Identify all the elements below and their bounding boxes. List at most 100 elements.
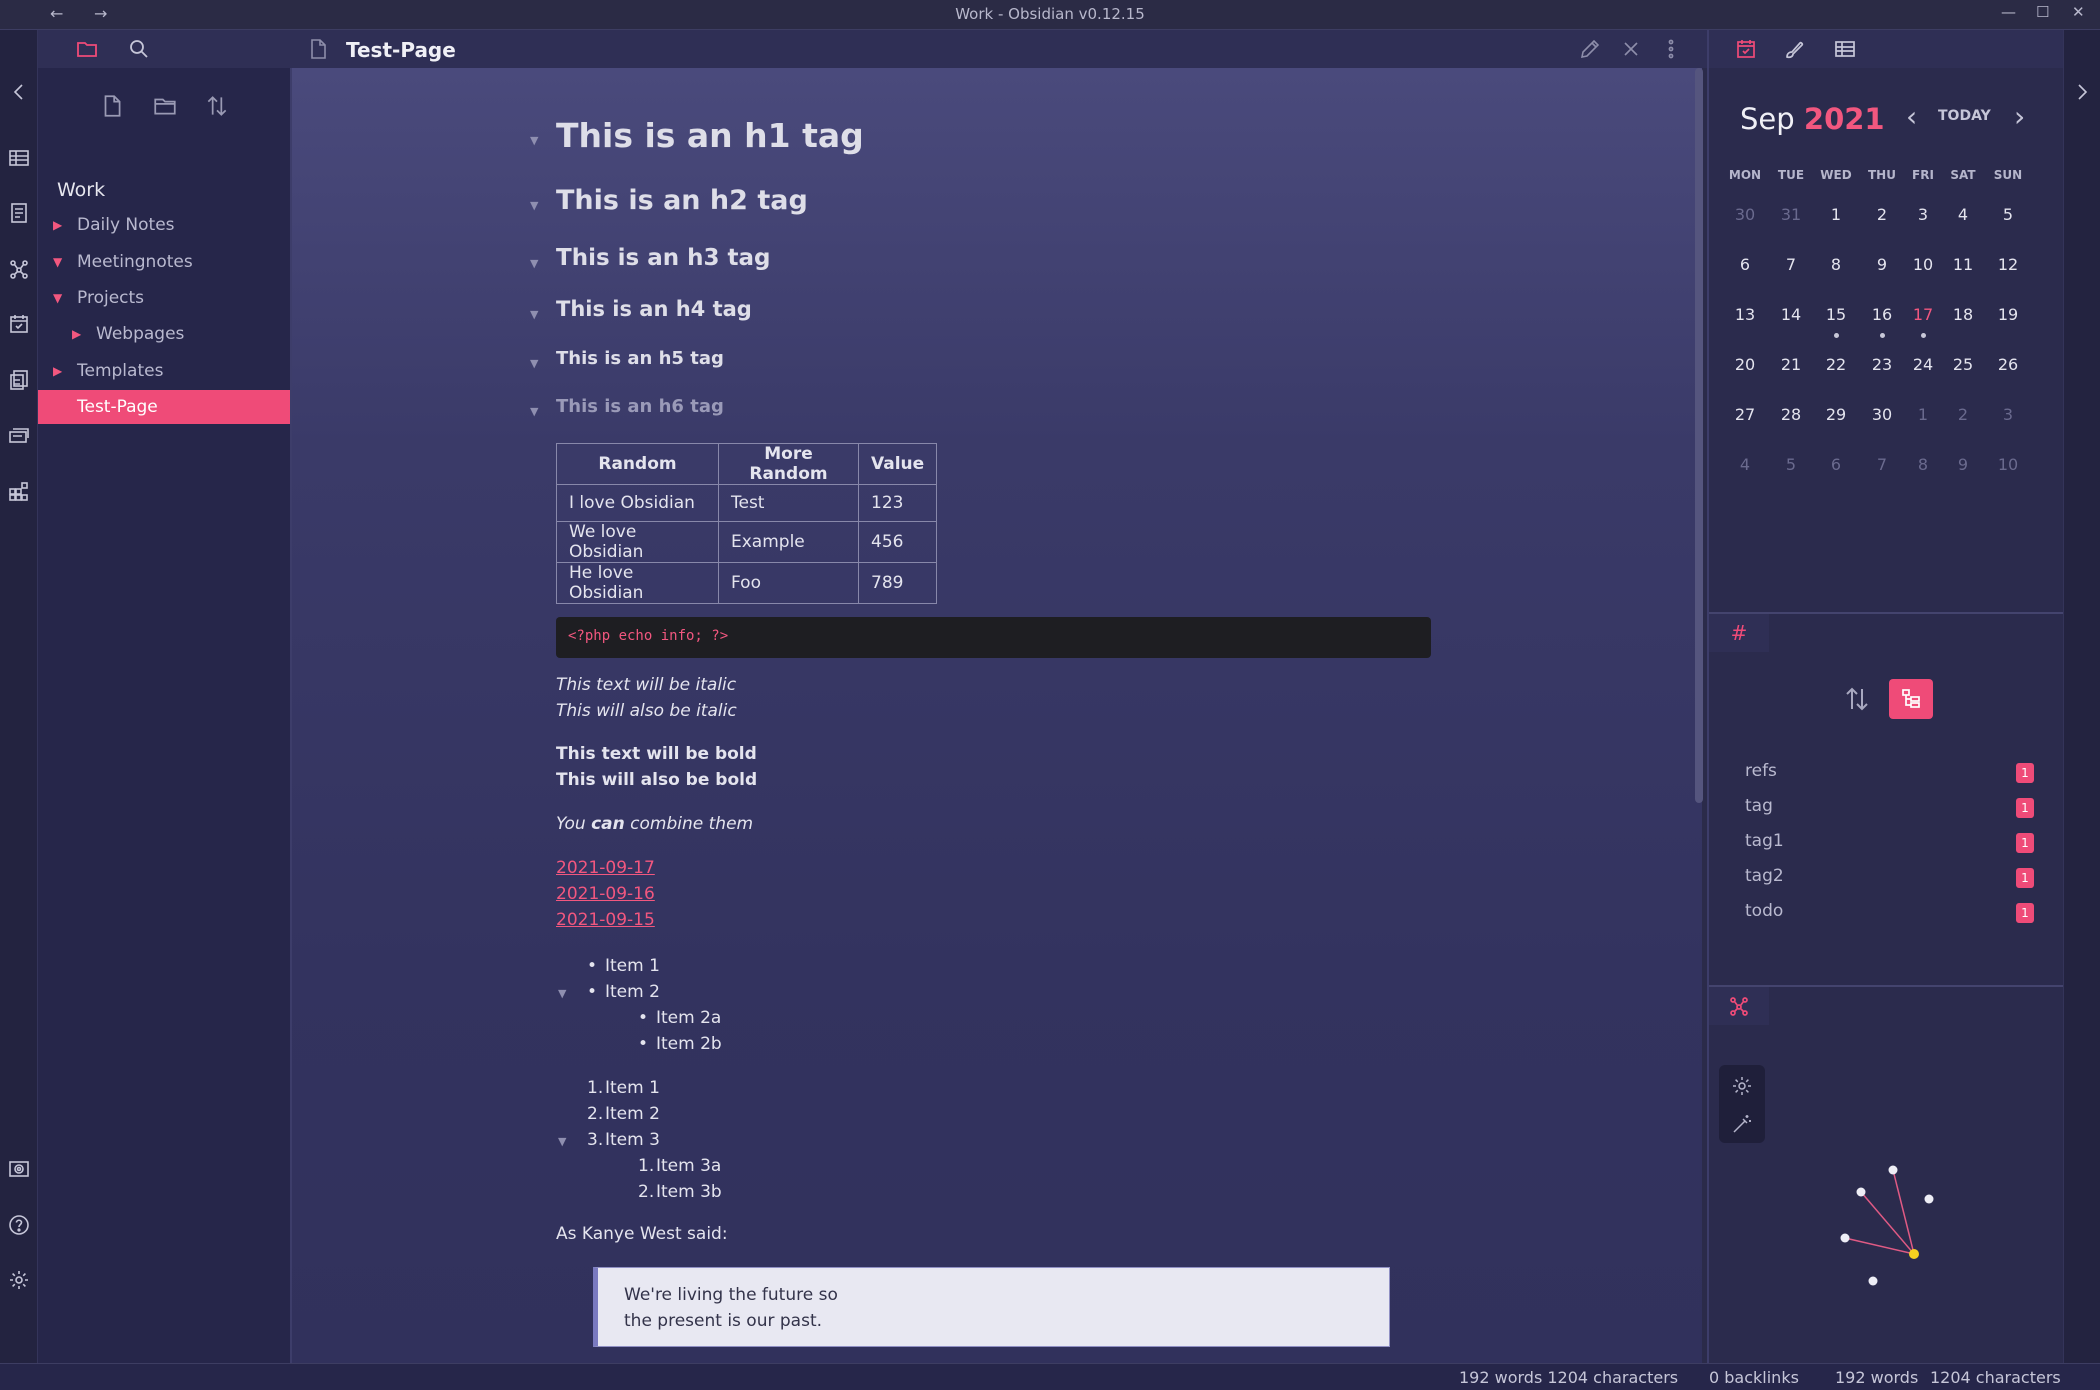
status-backlinks[interactable]: 0 backlinks [1709,1368,1799,1387]
calendar-day[interactable]: 14 [1768,305,1814,324]
calendar-day[interactable]: 29 [1813,405,1859,424]
calendar-day[interactable]: 9 [1940,455,1986,474]
tag-sort-button[interactable] [1842,684,1874,716]
folder-daily-notes[interactable]: ▶ Daily Notes [38,208,290,242]
calendar-day[interactable]: 6 [1722,255,1768,274]
fold-arrow-icon[interactable]: ▼ [530,405,538,418]
fold-arrow-icon[interactable]: ▼ [530,308,538,321]
new-folder-button[interactable] [149,90,181,122]
tag-item[interactable]: tag 1 [1745,796,2045,822]
folder-webpages[interactable]: ▶ Webpages [38,317,290,351]
tab-local-graph[interactable] [1714,987,1764,1025]
calendar-day[interactable]: 5 [1768,455,1814,474]
help-icon[interactable] [7,1213,31,1237]
calendar-day[interactable]: 30 [1859,405,1905,424]
graph-node[interactable] [1868,1276,1878,1286]
calendar-day[interactable]: 26 [1985,355,2031,374]
new-note-button[interactable] [96,90,128,122]
table-icon[interactable] [7,146,31,170]
collapse-left-icon[interactable] [7,80,31,104]
file-title[interactable]: Test-Page [346,38,456,62]
tag-item[interactable]: tag1 1 [1745,831,2045,857]
tab-table[interactable] [1820,30,1870,68]
maximize-button[interactable]: ☐ [2036,3,2049,21]
file-test-page[interactable]: Test-Page [38,390,290,424]
calendar-day[interactable]: 4 [1722,455,1768,474]
editor-scrollbar[interactable] [1695,68,1703,803]
tab-paint[interactable] [1770,30,1820,68]
tag-tree-toggle[interactable] [1889,679,1933,719]
graph-node[interactable] [1840,1233,1850,1243]
calendar-icon[interactable] [7,312,31,336]
calendar-day[interactable]: 6 [1813,455,1859,474]
calendar-day[interactable]: 10 [1985,455,2031,474]
graph-node[interactable] [1888,1165,1898,1175]
calendar-day[interactable]: 21 [1768,355,1814,374]
graph-node[interactable] [1924,1194,1934,1204]
minimize-button[interactable]: — [2001,3,2016,21]
calendar-day[interactable]: 7 [1859,455,1905,474]
calendar-day[interactable]: 25 [1940,355,1986,374]
calendar-prev-button[interactable]: ‹ [1906,100,1917,133]
tab-file-explorer[interactable] [61,30,113,68]
slides-icon[interactable] [7,423,31,447]
date-link[interactable]: 2021-09-16 [556,884,655,904]
date-link[interactable]: 2021-09-15 [556,910,655,930]
graph-view-icon[interactable] [7,257,31,281]
plugins-icon[interactable] [7,479,31,503]
date-link[interactable]: 2021-09-17 [556,858,655,878]
close-icon[interactable] [1619,37,1643,61]
calendar-day[interactable]: 1 [1813,205,1859,224]
folder-projects[interactable]: ▼ Projects [38,281,290,315]
calendar-day[interactable]: 4 [1940,205,1986,224]
calendar-day[interactable]: 5 [1985,205,2031,224]
calendar-day[interactable]: 16 [1859,305,1905,324]
tab-search[interactable] [113,30,165,68]
local-graph[interactable] [1799,1130,2029,1300]
edit-icon[interactable] [1578,37,1602,61]
calendar-day[interactable]: 23 [1859,355,1905,374]
tag-item[interactable]: todo 1 [1745,901,2045,927]
calendar-next-button[interactable]: › [2014,100,2025,133]
calendar-day[interactable]: 27 [1722,405,1768,424]
calendar-day[interactable]: 28 [1768,405,1814,424]
calendar-day[interactable]: 13 [1722,305,1768,324]
calendar-day[interactable]: 22 [1813,355,1859,374]
more-icon[interactable] [1659,37,1683,61]
tab-calendar[interactable] [1721,30,1771,68]
document-list-icon[interactable] [7,201,31,225]
settings-icon[interactable] [7,1268,31,1292]
settings-icon[interactable] [1730,1074,1754,1098]
calendar-day[interactable]: 19 [1985,305,2031,324]
folder-meetingnotes[interactable]: ▼ Meetingnotes [38,245,290,279]
calendar-day[interactable]: 7 [1768,255,1814,274]
calendar-day[interactable]: 9 [1859,255,1905,274]
calendar-day[interactable]: 8 [1813,255,1859,274]
fold-arrow-icon[interactable]: ▼ [558,1135,566,1148]
graph-node-current[interactable] [1909,1249,1919,1259]
tab-tags[interactable]: # [1714,614,1764,652]
collapse-right-icon[interactable] [2070,80,2094,104]
tag-item[interactable]: refs 1 [1745,761,2045,787]
vault-icon[interactable] [7,1157,31,1181]
calendar-day[interactable]: 12 [1985,255,2031,274]
sort-button[interactable] [201,90,233,122]
fold-arrow-icon[interactable]: ▼ [530,134,538,147]
calendar-today-button[interactable]: TODAY [1938,108,1991,124]
calendar-day[interactable]: 11 [1940,255,1986,274]
calendar-day[interactable]: 31 [1768,205,1814,224]
calendar-day[interactable]: 2 [1859,205,1905,224]
calendar-day[interactable]: 20 [1722,355,1768,374]
fold-arrow-icon[interactable]: ▼ [558,987,566,1000]
fold-arrow-icon[interactable]: ▼ [530,357,538,370]
calendar-day[interactable]: 18 [1940,305,1986,324]
editor-content[interactable]: ▼ This is an h1 tag ▼ This is an h2 tag … [292,68,1702,1363]
tag-item[interactable]: tag2 1 [1745,866,2045,892]
copy-icon[interactable] [7,368,31,392]
folder-templates[interactable]: ▶ Templates [38,354,290,388]
calendar-day[interactable]: 3 [1985,405,2031,424]
graph-node[interactable] [1856,1187,1866,1197]
calendar-day[interactable]: 2 [1940,405,1986,424]
calendar-day[interactable]: 15 [1813,305,1859,324]
magic-wand-icon[interactable] [1730,1112,1754,1136]
